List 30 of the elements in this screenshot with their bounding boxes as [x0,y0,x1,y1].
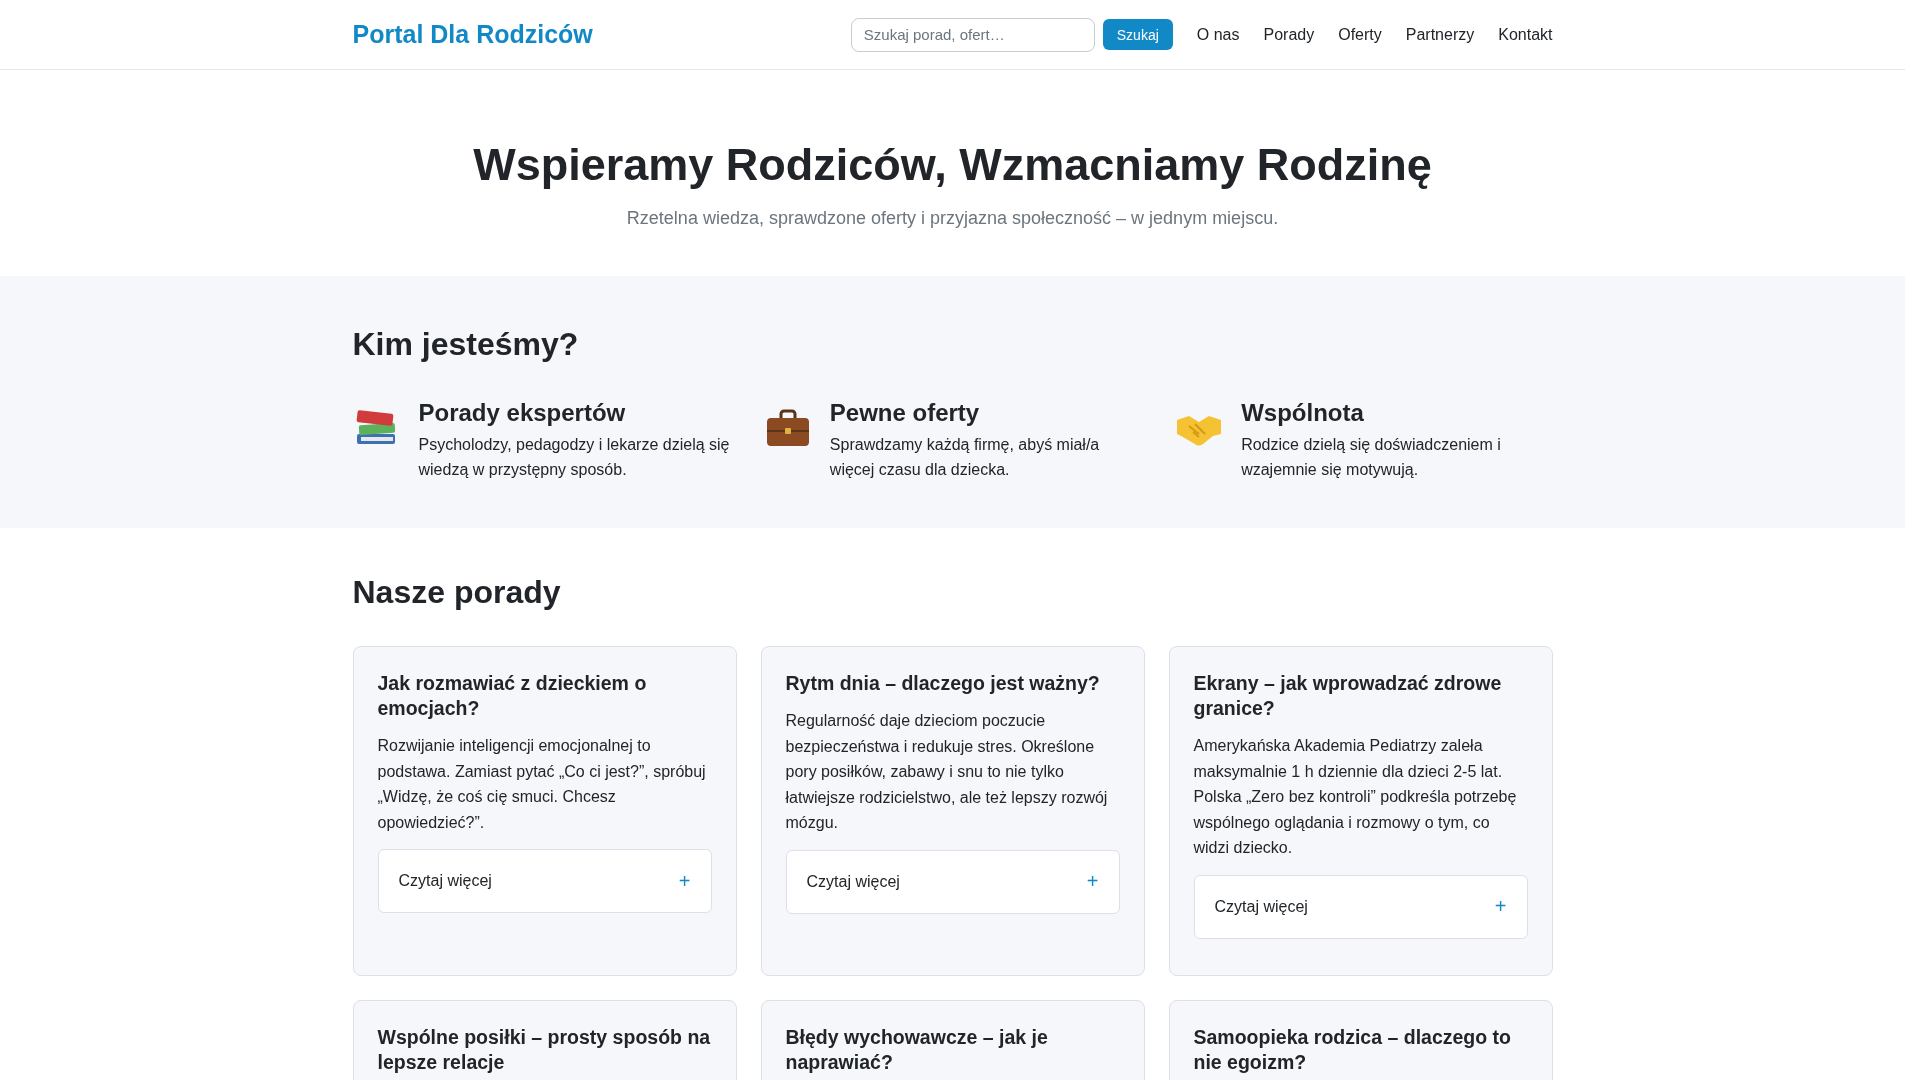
read-more-toggle[interactable]: Czytaj więcej + [785,849,1120,914]
feature-title: Porady ekspertów [418,398,627,428]
nav-link[interactable]: Oferty [1338,25,1382,44]
feature-description: Rodzice dzielą się doświadczeniem i wzajemnie się motywują. [1241,435,1502,480]
site-logo[interactable]: Portal Dla Rodziców [352,20,593,49]
search-field[interactable]: Szukaj porad, ofert… [850,17,1095,52]
card-text: Rozwijanie inteligencji emocjonalnej to podstawa. Zamiast pytać „Co ci jest?”, spróbuj „Widzę, że coś cię smuci. Chcesz opowiedzieć?”. [377,736,707,833]
card-text: Regularność daje dzieciom poczucie bezpieczeństwa i redukuje stres. Określone pory posiłków, zabawy i snu to nie tylko łatwiejsze rodzicielstwo, ale też lepszy rozwój mózgu. [785,711,1109,834]
feature-title: Pewne oferty [829,398,981,428]
read-more-toggle[interactable]: Czytaj więcej + [377,849,712,914]
nav-link[interactable]: O nas [1196,25,1240,44]
feature-title: Wspólnota [1241,398,1365,428]
card-title: Rytm dnia – dlaczego jest ważny? [785,671,1101,696]
feature-description: Sprawdzamy każdą firmę, abyś miał/a więcej czasu dla dziecka. [829,435,1101,480]
nav-link[interactable]: Partnerzy [1405,25,1475,44]
card-title: Ekrany – jak wprowadzać zdrowe granice? [1193,671,1503,721]
feature-description: Psycholodzy, pedagodzy i lekarze dzielą się wiedzą w przystępny sposób. [418,435,730,480]
card-title: Wspólne posiłki – prosty sposób na lepsze relacje [377,1024,712,1075]
hero-subtitle: Rzetelna wiedza, sprawdzone oferty i przyjazna społeczność – w jednym miejscu. [625,208,1280,229]
hero-title: Wspieramy Rodziców, Wzmacniamy Rodzinę [472,138,1433,192]
card-text: Amerykańska Akademia Pediatrzy zaleła maksymalnie 1 h dziennie dla dzieci 2-5 lat. Polska „Zero bez kontroli” podkreśla potrzebę wspólnego oglądania i rozmowy o tym, co widzi dziecko. [1193,736,1518,859]
card-title: Jak rozmawiać z dzieckiem o emocjach? [377,671,648,721]
nav-link[interactable]: Kontakt [1498,25,1553,44]
search-button[interactable]: Szukaj [1102,19,1173,50]
section-heading: Nasze porady [352,573,562,612]
card-title: Błędy wychowawcze – jak je naprawiać? [785,1024,1049,1075]
nav-link[interactable]: Porady [1263,25,1315,44]
card-title: Samoopieka rodzica – dlaczego to nie egoizm? [1193,1024,1512,1075]
read-more-toggle[interactable]: Czytaj więcej + [1193,874,1528,939]
section-heading: Kim jesteśmy? [352,325,580,364]
